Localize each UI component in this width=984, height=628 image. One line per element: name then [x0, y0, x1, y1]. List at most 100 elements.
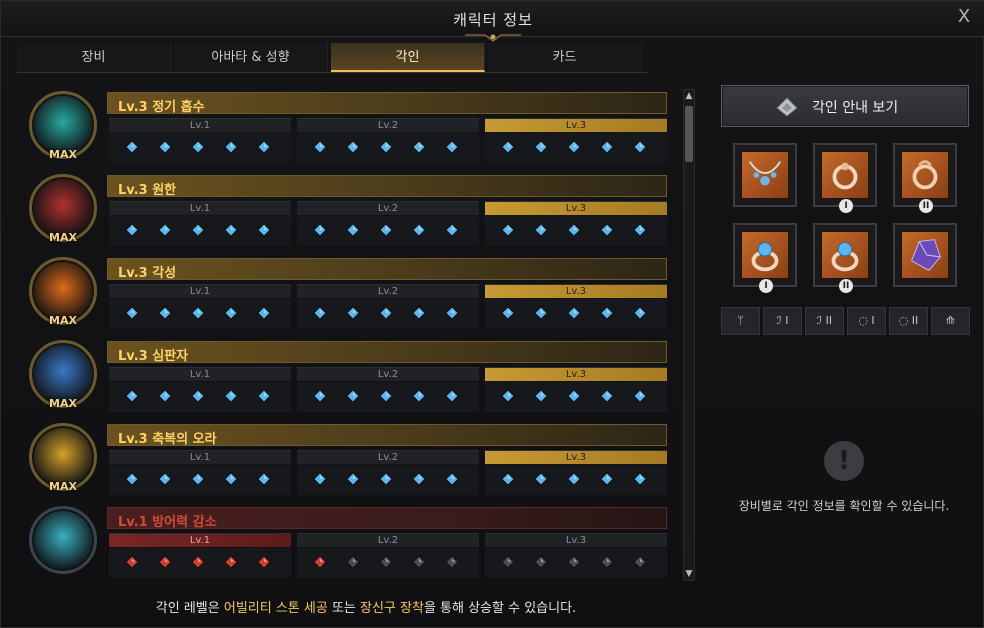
- gem-icon: [567, 306, 581, 320]
- scroll-thumb[interactable]: [685, 106, 693, 162]
- max-label: MAX: [49, 231, 77, 244]
- level-gems: [485, 216, 667, 246]
- tab-engraving[interactable]: 각인: [331, 43, 485, 72]
- gem-icon: [191, 140, 205, 154]
- level-block: Lv.1: [109, 201, 291, 247]
- slot-badge: II: [919, 199, 933, 213]
- gem-icon: [191, 306, 205, 320]
- engraving-banner: Lv.3 정기 흡수: [107, 92, 667, 115]
- engraving-row[interactable]: MAX Lv.3 각성 Lv.1 Lv.2 Lv.3: [25, 255, 669, 333]
- gem-icon: [534, 306, 548, 320]
- slot-badge: I: [759, 279, 773, 293]
- level-block: Lv.2: [297, 118, 479, 164]
- gem-icon: [158, 306, 172, 320]
- gem-icon: [412, 389, 426, 403]
- ring-icon: [741, 231, 789, 279]
- level-label: Lv.1: [109, 284, 291, 298]
- close-button[interactable]: X: [953, 6, 975, 28]
- filter-earring-1-icon[interactable]: ℐ I: [763, 307, 802, 335]
- gem-icon: [600, 223, 614, 237]
- gem-icon: [257, 223, 271, 237]
- gem-icon: [257, 389, 271, 403]
- filter-ring-1-icon[interactable]: ◌ I: [847, 307, 886, 335]
- gem-icon: [224, 389, 238, 403]
- gem-icon: [379, 306, 393, 320]
- level-gems: [485, 133, 667, 163]
- slot-ability-stone[interactable]: [893, 223, 957, 287]
- window-title: 캐릭터 정보: [453, 11, 533, 29]
- gem-icon: [125, 140, 139, 154]
- gem-icon: [534, 223, 548, 237]
- scrollbar[interactable]: ▲ ▼: [683, 89, 695, 581]
- tab-equipment[interactable]: 장비: [17, 43, 171, 72]
- ring-icon: [821, 231, 869, 279]
- gem-icon: [600, 472, 614, 486]
- gem-icon: [501, 389, 515, 403]
- filter-stone-icon[interactable]: ⟰: [931, 307, 970, 335]
- filter-earring-2-icon[interactable]: ℐ II: [805, 307, 844, 335]
- slot-earring-1[interactable]: I: [813, 143, 877, 213]
- scroll-down-icon[interactable]: ▼: [684, 568, 694, 580]
- gem-icon: [125, 389, 139, 403]
- level-gems: [297, 465, 479, 495]
- engraving-row[interactable]: MAX Lv.3 축복의 오라 Lv.1 Lv.2 Lv.3: [25, 421, 669, 499]
- gem-icon: [346, 223, 360, 237]
- gem-icon: [224, 223, 238, 237]
- level-label: Lv.2: [297, 367, 479, 381]
- level-gems: [297, 299, 479, 329]
- gem-icon: [191, 555, 205, 569]
- gem-icon: [224, 140, 238, 154]
- level-block: Lv.1: [109, 118, 291, 164]
- tab-avatar-tendency[interactable]: 아바타 & 성향: [174, 43, 328, 72]
- filter-ring-2-icon[interactable]: ◌ II: [889, 307, 928, 335]
- slot-necklace[interactable]: [733, 143, 797, 207]
- slot-ring-2[interactable]: II: [813, 223, 877, 293]
- level-block: Lv.2: [297, 533, 479, 579]
- footer-text-3: 을 통해 상승할 수 있습니다.: [423, 601, 577, 616]
- engraving-banner: Lv.3 축복의 오라: [107, 424, 667, 447]
- slot-ring-1[interactable]: I: [733, 223, 797, 293]
- level-gems: [485, 548, 667, 578]
- footer-hint: 각인 레벨은 어빌리티 스톤 세공 또는 장신구 장착을 통해 상승할 수 있습…: [1, 597, 731, 616]
- portrait-frame: [29, 506, 97, 574]
- level-label: Lv.3: [485, 284, 667, 298]
- filter-necklace-icon[interactable]: ᛘ: [721, 307, 760, 335]
- title-bar: 캐릭터 정보 X: [1, 1, 984, 42]
- gem-icon: [125, 472, 139, 486]
- level-label: Lv.3: [485, 450, 667, 464]
- scroll-up-icon[interactable]: ▲: [684, 90, 694, 102]
- gem-icon: [567, 223, 581, 237]
- gem-icon: [633, 140, 647, 154]
- gem-icon: [445, 555, 459, 569]
- level-label: Lv.3: [485, 533, 667, 547]
- gem-icon: [412, 306, 426, 320]
- gem-icon: [600, 389, 614, 403]
- gem-icon: [346, 555, 360, 569]
- engraving-title: Lv.3 정기 흡수: [118, 100, 205, 115]
- gem-icon: [501, 140, 515, 154]
- gem-icon: [224, 306, 238, 320]
- slot-earring-2[interactable]: II: [893, 143, 957, 213]
- max-label: MAX: [49, 148, 77, 161]
- engraving-portrait-icon: MAX: [25, 89, 101, 165]
- gem-icon: [313, 306, 327, 320]
- level-gems: [297, 216, 479, 246]
- engraving-title: Lv.3 축복의 오라: [118, 432, 217, 447]
- level-label: Lv.2: [297, 284, 479, 298]
- engraving-row[interactable]: MAX Lv.3 심판자 Lv.1 Lv.2 Lv.3: [25, 338, 669, 416]
- gem-icon: [346, 472, 360, 486]
- tab-card[interactable]: 카드: [488, 43, 642, 72]
- gem-icon: [534, 140, 548, 154]
- engraving-row[interactable]: Lv.1 방어력 감소 Lv.1 Lv.2 Lv.3: [25, 504, 669, 581]
- gem-icon: [633, 472, 647, 486]
- gem-icon: [567, 555, 581, 569]
- gem-icon: [313, 472, 327, 486]
- engraving-guide-button[interactable]: 각인 안내 보기: [721, 85, 969, 127]
- gem-icon: [313, 223, 327, 237]
- engraving-row[interactable]: MAX Lv.3 정기 흡수 Lv.1 Lv.2 Lv.3: [25, 89, 669, 167]
- engraving-row[interactable]: MAX Lv.3 원한 Lv.1 Lv.2 Lv.3: [25, 172, 669, 250]
- gem-icon: [379, 472, 393, 486]
- level-label: Lv.2: [297, 201, 479, 215]
- level-label: Lv.2: [297, 450, 479, 464]
- gem-icon: [600, 555, 614, 569]
